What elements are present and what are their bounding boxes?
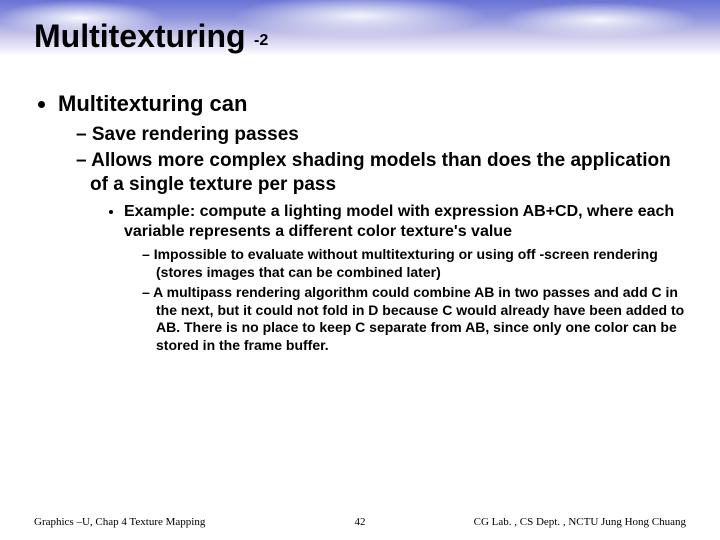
bullet-text: Impossible to evaluate without multitext…	[154, 246, 658, 280]
footer-left: Graphics –U, Chap 4 Texture Mapping	[34, 516, 205, 528]
bullet-text: A multipass rendering algorithm could co…	[153, 284, 684, 353]
list-item: Allows more complex shading models than …	[76, 149, 686, 355]
footer-page-number: 42	[355, 516, 366, 528]
list-item: Save rendering passes	[76, 123, 686, 147]
slide-title: Multitexturing	[34, 18, 246, 55]
list-item: A multipass rendering algorithm could co…	[142, 284, 686, 354]
bullet-list-level1: Multitexturing can Save rendering passes…	[34, 91, 686, 354]
slide-title-area: Multitexturing -2	[0, 0, 720, 55]
bullet-text: Multitexturing can	[58, 91, 247, 116]
footer-right: CG Lab. , CS Dept. , NCTU Jung Hong Chua…	[474, 516, 686, 528]
slide-title-suffix: -2	[254, 32, 268, 50]
bullet-text: Save rendering passes	[92, 124, 299, 145]
bullet-text: Allows more complex shading models than …	[90, 150, 671, 195]
list-item: Example: compute a lighting model with e…	[124, 202, 686, 354]
bullet-list-level4: Impossible to evaluate without multitext…	[124, 246, 686, 354]
slide-content: Multitexturing can Save rendering passes…	[0, 91, 720, 354]
bullet-list-level3: Example: compute a lighting model with e…	[90, 202, 686, 354]
slide-footer: Graphics –U, Chap 4 Texture Mapping 42 C…	[0, 516, 720, 528]
bullet-text: Example: compute a lighting model with e…	[124, 203, 674, 240]
list-item: Multitexturing can Save rendering passes…	[58, 91, 686, 354]
list-item: Impossible to evaluate without multitext…	[142, 246, 686, 281]
bullet-list-level2: Save rendering passes Allows more comple…	[58, 123, 686, 354]
